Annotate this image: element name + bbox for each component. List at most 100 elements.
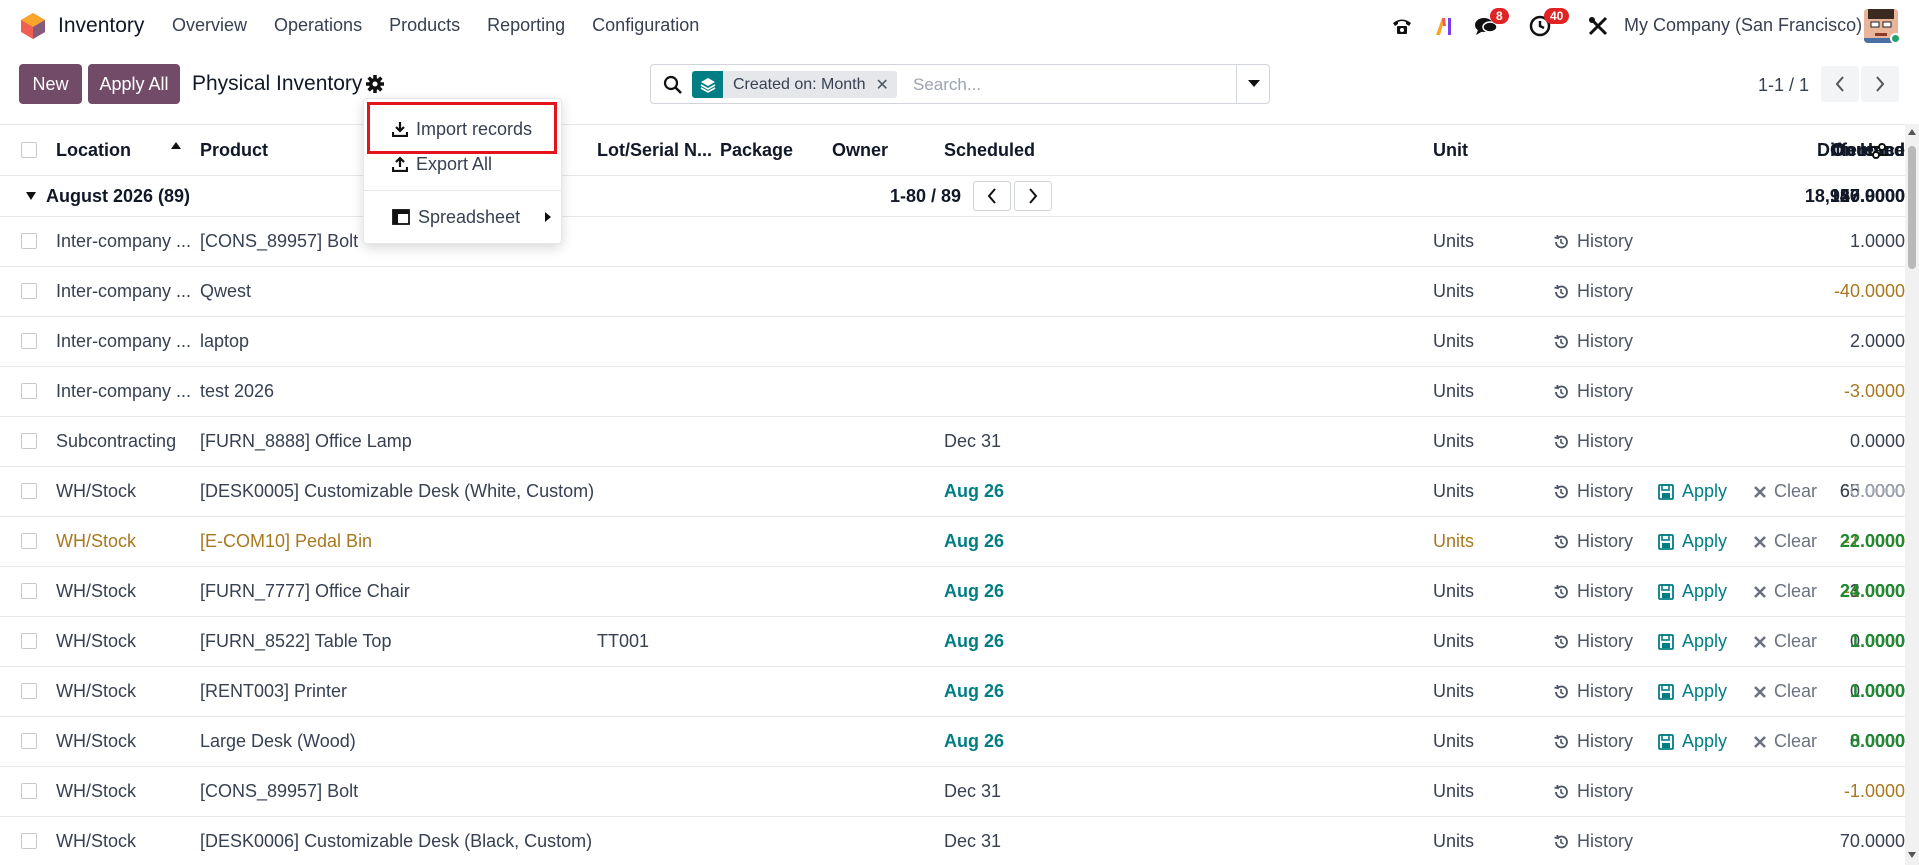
apply-button[interactable]: Apply	[1658, 731, 1727, 752]
cell-location[interactable]: WH/Stock	[56, 631, 136, 652]
scroll-up-icon[interactable]	[1907, 128, 1917, 136]
pager-value[interactable]: 1-1 / 1	[1758, 75, 1809, 96]
table-row[interactable]: WH/Stock [DESK0005] Customizable Desk (Wh…	[0, 467, 1905, 517]
apply-button[interactable]: Apply	[1658, 681, 1727, 702]
apply-button[interactable]: Apply	[1658, 631, 1727, 652]
history-button[interactable]: History	[1553, 781, 1633, 802]
new-button[interactable]: New	[19, 64, 82, 104]
row-checkbox[interactable]	[21, 233, 37, 249]
cell-location[interactable]: WH/Stock	[56, 831, 136, 852]
menu-item-reporting[interactable]: Reporting	[487, 15, 565, 36]
cell-product[interactable]: [FURN_8522] Table Top	[200, 631, 391, 652]
history-button[interactable]: History	[1553, 581, 1633, 602]
row-checkbox[interactable]	[21, 283, 37, 299]
cell-product[interactable]: [FURN_8888] Office Lamp	[200, 431, 412, 452]
history-button[interactable]: History	[1553, 681, 1633, 702]
apply-all-button[interactable]: Apply All	[88, 64, 180, 104]
row-checkbox[interactable]	[21, 783, 37, 799]
menu-item-configuration[interactable]: Configuration	[592, 15, 699, 36]
history-button[interactable]: History	[1553, 431, 1633, 452]
select-all-checkbox[interactable]	[21, 142, 37, 158]
menu-item-products[interactable]: Products	[389, 15, 460, 36]
table-row[interactable]: Subcontracting [FURN_8888] Office Lamp Dec…	[0, 417, 1905, 467]
history-button[interactable]: History	[1553, 281, 1633, 302]
debug-tools-icon[interactable]	[1584, 12, 1612, 40]
history-button[interactable]: History	[1553, 831, 1633, 852]
row-checkbox[interactable]	[21, 683, 37, 699]
scrollbar[interactable]	[1905, 124, 1919, 865]
cell-product[interactable]: [CONS_89957] Bolt	[200, 781, 358, 802]
history-button[interactable]: History	[1553, 631, 1633, 652]
history-button[interactable]: History	[1553, 331, 1633, 352]
history-button[interactable]: History	[1553, 481, 1633, 502]
cell-location[interactable]: WH/Stock	[56, 681, 136, 702]
cell-location[interactable]: Inter-company ...	[56, 231, 191, 252]
menu-item-overview[interactable]: Overview	[172, 15, 247, 36]
cell-product[interactable]: [CONS_89957] Bolt	[200, 231, 358, 252]
row-checkbox[interactable]	[21, 583, 37, 599]
row-checkbox[interactable]	[21, 383, 37, 399]
search-input[interactable]	[913, 73, 1213, 97]
company-switcher[interactable]: My Company (San Francisco)	[1624, 15, 1862, 36]
row-checkbox[interactable]	[21, 633, 37, 649]
column-header-difference[interactable]: Difference	[485, 140, 1905, 161]
history-button[interactable]: History	[1553, 231, 1633, 252]
history-button[interactable]: History	[1553, 531, 1633, 552]
menu-item-operations[interactable]: Operations	[274, 15, 362, 36]
cell-location[interactable]: Subcontracting	[56, 431, 176, 452]
cell-product[interactable]: laptop	[200, 331, 249, 352]
cell-location[interactable]: WH/Stock	[56, 781, 136, 802]
table-row[interactable]: WH/Stock Large Desk (Wood) Aug 26 0.0000 8.0…	[0, 717, 1905, 767]
clear-button[interactable]: Clear	[1754, 681, 1817, 702]
cell-location[interactable]: WH/Stock	[56, 531, 136, 552]
column-header-location[interactable]: Location	[56, 140, 131, 161]
cell-product[interactable]: [E-COM10] Pedal Bin	[200, 531, 372, 552]
cell-location[interactable]: Inter-company ...	[56, 381, 191, 402]
table-row[interactable]: Inter-company ... laptop 2.0000 Units Histor…	[0, 317, 1905, 367]
column-settings-icon[interactable]	[1868, 141, 1890, 161]
clear-button[interactable]: Clear	[1754, 581, 1817, 602]
cell-location[interactable]: WH/Stock	[56, 581, 136, 602]
apply-button[interactable]: Apply	[1658, 531, 1727, 552]
app-name[interactable]: Inventory	[58, 14, 144, 38]
row-checkbox[interactable]	[21, 483, 37, 499]
history-button[interactable]: History	[1553, 381, 1633, 402]
cell-product[interactable]: [FURN_7777] Office Chair	[200, 581, 410, 602]
cell-product[interactable]: Qwest	[200, 281, 251, 302]
spreadsheet-menu-item[interactable]: Spreadsheet	[364, 201, 561, 233]
column-header-unit[interactable]: Unit	[1433, 140, 1468, 161]
facet-close-icon[interactable]: ✕	[876, 75, 897, 95]
activity-clock-icon[interactable]: 40	[1526, 8, 1570, 40]
clear-button[interactable]: Clear	[1754, 631, 1817, 652]
phone-icon[interactable]	[1388, 12, 1416, 40]
clear-button[interactable]: Clear	[1754, 531, 1817, 552]
cell-product[interactable]: [DESK0006] Customizable Desk (Black, Cus…	[200, 831, 592, 852]
row-checkbox[interactable]	[21, 433, 37, 449]
clear-button[interactable]: Clear	[1754, 481, 1817, 502]
history-button[interactable]: History	[1553, 731, 1633, 752]
export-all-menu-item[interactable]: Export All	[364, 148, 561, 180]
scroll-thumb[interactable]	[1908, 146, 1916, 269]
cell-product[interactable]: [RENT003] Printer	[200, 681, 347, 702]
apply-button[interactable]: Apply	[1658, 481, 1727, 502]
table-row[interactable]: WH/Stock [FURN_7777] Office Chair Aug 26 -1…	[0, 567, 1905, 617]
table-row[interactable]: WH/Stock [DESK0006] Customizable Desk (Bl…	[0, 817, 1905, 865]
row-checkbox[interactable]	[21, 333, 37, 349]
row-checkbox[interactable]	[21, 733, 37, 749]
column-header-product[interactable]: Product	[200, 140, 268, 161]
table-row[interactable]: Inter-company ... Qwest -40.0000 Units Histo…	[0, 267, 1905, 317]
cell-product[interactable]: Large Desk (Wood)	[200, 731, 356, 752]
pager-previous-button[interactable]	[1821, 66, 1859, 102]
gear-icon[interactable]	[364, 73, 386, 95]
row-checkbox[interactable]	[21, 833, 37, 849]
table-row[interactable]: WH/Stock [CONS_89957] Bolt Dec 31 -1.0000 Un…	[0, 767, 1905, 817]
cell-product[interactable]: test 2026	[200, 381, 274, 402]
search-options-toggle[interactable]	[1236, 65, 1270, 103]
clear-button[interactable]: Clear	[1754, 731, 1817, 752]
table-row[interactable]: WH/Stock [E-COM10] Pedal Bin Aug 26 -1.0000…	[0, 517, 1905, 567]
inventory-app-icon[interactable]	[20, 12, 46, 40]
table-row[interactable]: Inter-company ... test 2026 -3.0000 Units Hi…	[0, 367, 1905, 417]
table-row[interactable]: WH/Stock [FURN_8522] Table Top TT001 Aug 26…	[0, 617, 1905, 667]
table-row[interactable]: WH/Stock [RENT003] Printer Aug 26 0.0000 1.0…	[0, 667, 1905, 717]
group-row[interactable]: August 2026 (89) 1-80 / 89 18,947.9000 1…	[0, 176, 1905, 217]
